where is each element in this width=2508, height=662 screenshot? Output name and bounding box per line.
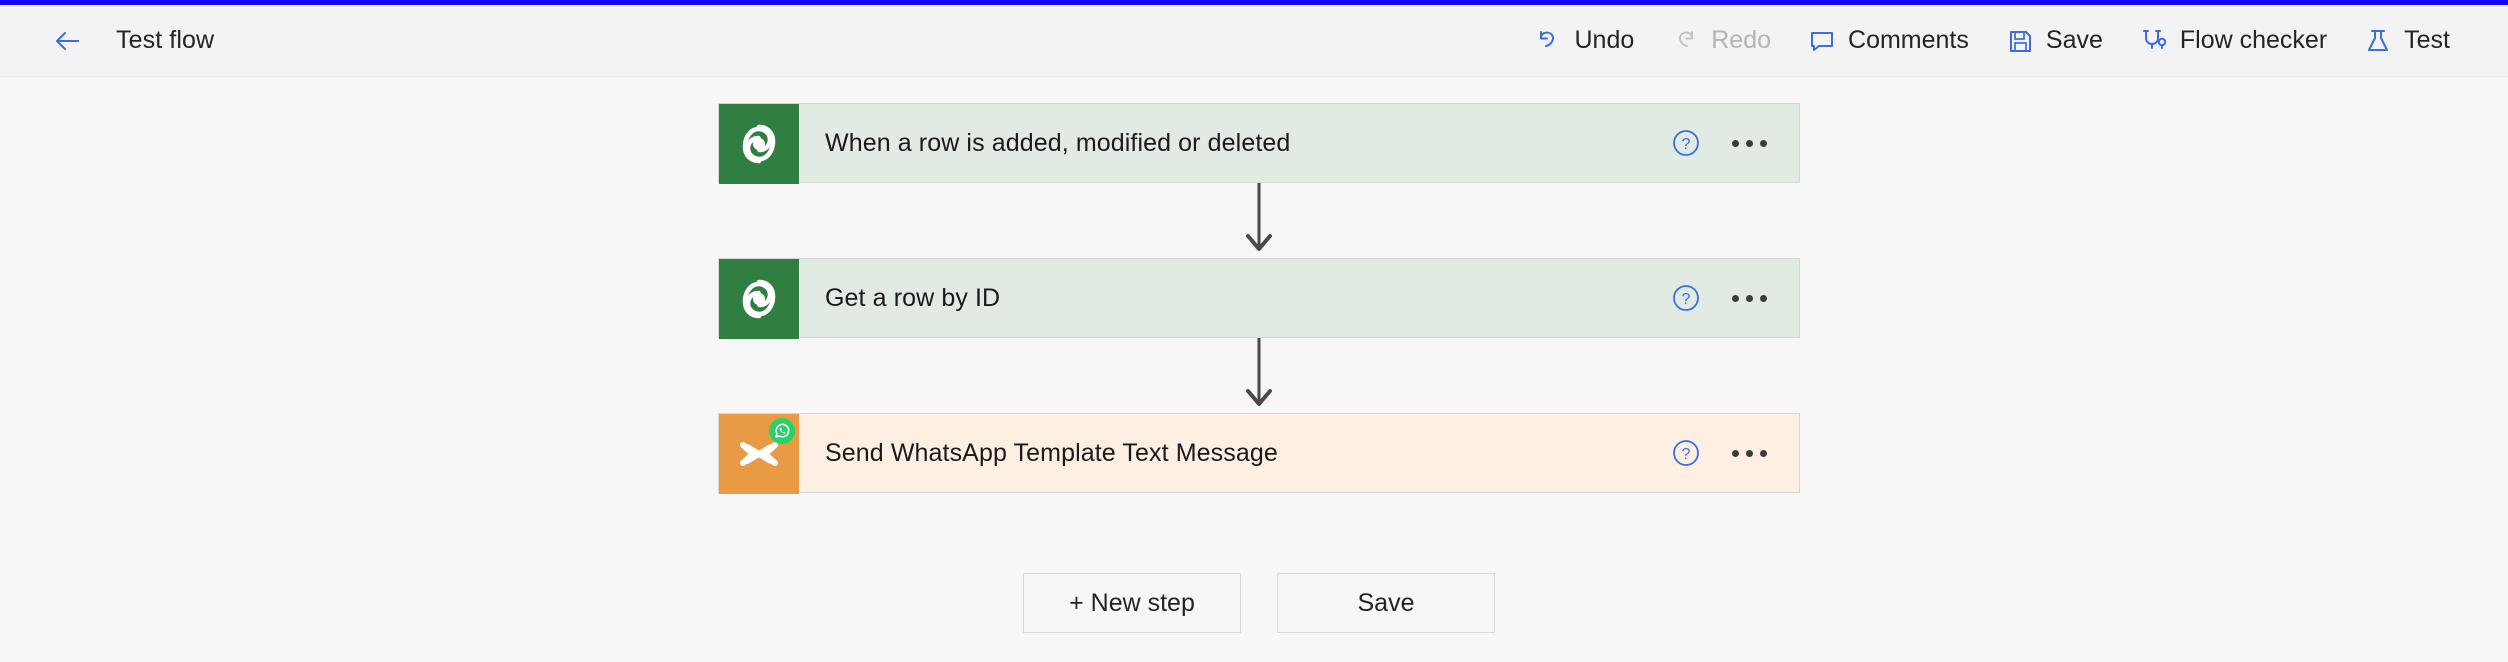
command-bar-left: Test flow bbox=[0, 19, 214, 63]
whatsapp-icon bbox=[769, 418, 795, 444]
comments-label: Comments bbox=[1848, 26, 1969, 54]
help-circle-icon[interactable]: ? bbox=[1670, 127, 1702, 159]
test-label: Test bbox=[2404, 26, 2450, 54]
flow-connector-2 bbox=[718, 338, 1800, 413]
back-button[interactable] bbox=[46, 19, 90, 63]
comments-button[interactable]: Comments bbox=[1789, 16, 1987, 66]
dataverse-icon bbox=[719, 259, 799, 339]
flow-step-actions: ? bbox=[1670, 414, 1799, 492]
page-title: Test flow bbox=[116, 26, 215, 54]
test-button[interactable]: Test bbox=[2345, 16, 2468, 66]
flask-icon bbox=[2363, 26, 2393, 56]
more-horizontal-icon[interactable] bbox=[1728, 287, 1771, 310]
arrow-left-icon bbox=[56, 31, 79, 50]
new-step-button[interactable]: + New step bbox=[1023, 573, 1241, 633]
flow-step-label: Send WhatsApp Template Text Message bbox=[825, 438, 1278, 467]
flow-step-label: When a row is added, modified or deleted bbox=[825, 128, 1291, 157]
flow-step-card-whatsapp[interactable]: Send WhatsApp Template Text Message ? bbox=[718, 413, 1800, 494]
save-command-label: Save bbox=[2045, 26, 2103, 54]
undo-label: Undo bbox=[1574, 26, 1635, 54]
flow-steps-column: When a row is added, modified or deleted… bbox=[718, 103, 1800, 494]
dataverse-icon bbox=[719, 104, 799, 184]
help-circle-icon[interactable]: ? bbox=[1670, 437, 1702, 469]
more-horizontal-icon[interactable] bbox=[1728, 442, 1771, 465]
flow-step-label: Get a row by ID bbox=[825, 283, 1001, 312]
command-bar: Test flow Undo Redo Comments Save Flow c… bbox=[0, 5, 2508, 77]
flow-checker-button[interactable]: Flow checker bbox=[2121, 16, 2345, 66]
svg-text:?: ? bbox=[1682, 136, 1691, 153]
stethoscope-icon bbox=[2139, 26, 2169, 56]
flow-connector-1 bbox=[718, 183, 1800, 258]
redo-icon bbox=[1670, 26, 1700, 56]
undo-icon bbox=[1533, 26, 1563, 56]
save-button[interactable]: Save bbox=[1277, 573, 1495, 633]
command-bar-actions: Undo Redo Comments Save Flow checker Tes… bbox=[1515, 16, 2508, 66]
help-circle-icon[interactable]: ? bbox=[1670, 282, 1702, 314]
more-horizontal-icon[interactable] bbox=[1728, 132, 1771, 155]
flow-canvas: When a row is added, modified or deleted… bbox=[0, 78, 2508, 662]
redo-button[interactable]: Redo bbox=[1652, 16, 1789, 66]
comment-icon bbox=[1807, 26, 1837, 56]
save-icon bbox=[2005, 26, 2035, 56]
flow-step-card-get-row[interactable]: Get a row by ID ? bbox=[718, 258, 1800, 339]
flow-step-card-trigger[interactable]: When a row is added, modified or deleted… bbox=[718, 103, 1800, 184]
flow-checker-label: Flow checker bbox=[2179, 26, 2328, 54]
flow-step-actions: ? bbox=[1670, 104, 1799, 182]
redo-label: Redo bbox=[1711, 26, 1772, 54]
arrow-down-icon bbox=[1246, 183, 1272, 251]
undo-button[interactable]: Undo bbox=[1515, 16, 1652, 66]
svg-text:?: ? bbox=[1682, 446, 1691, 463]
svg-text:?: ? bbox=[1682, 291, 1691, 308]
flow-step-actions: ? bbox=[1670, 259, 1799, 337]
arrow-down-icon bbox=[1246, 338, 1272, 406]
twilio-icon bbox=[719, 414, 799, 494]
flow-bottom-actions: + New step Save bbox=[718, 573, 1800, 633]
save-command-button[interactable]: Save bbox=[1987, 16, 2121, 66]
